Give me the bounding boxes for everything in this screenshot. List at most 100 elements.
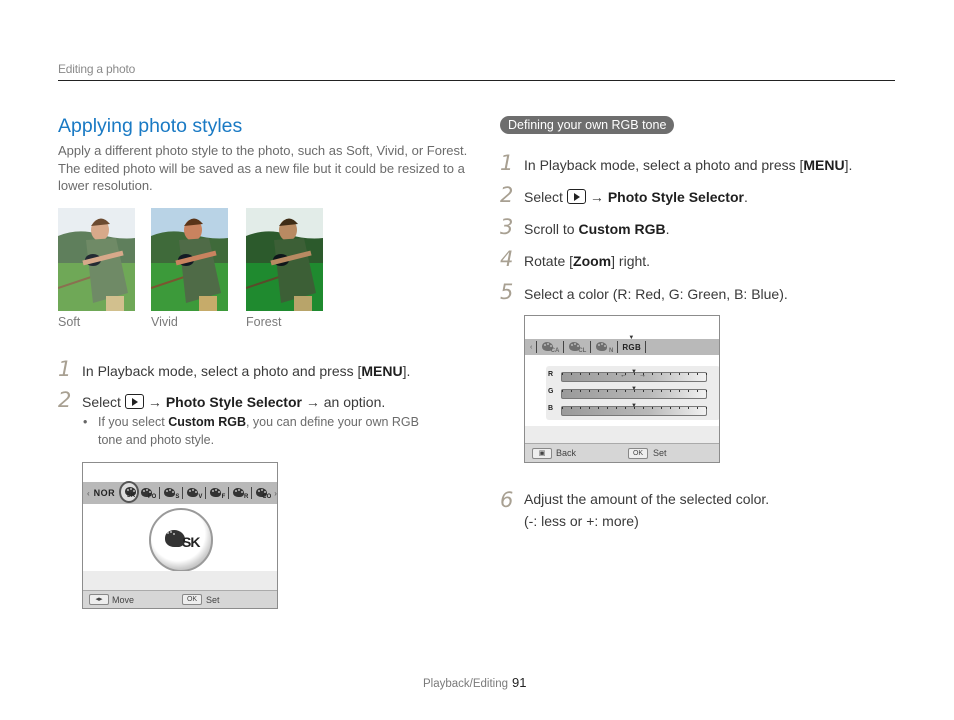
style-item[interactable]: N bbox=[595, 340, 613, 354]
page-number: 91 bbox=[512, 675, 527, 690]
slider-track[interactable]: ▼ bbox=[561, 403, 707, 416]
slider-tick bbox=[706, 407, 707, 409]
thumbnail-caption-forest: Forest bbox=[246, 315, 282, 329]
rgb-slider-row[interactable]: R ▼ ← → bbox=[546, 369, 719, 384]
slider-thumb-icon[interactable]: ▼ bbox=[631, 386, 637, 392]
style-item[interactable]: CA bbox=[541, 340, 559, 354]
palette-icon bbox=[164, 488, 176, 497]
style-item[interactable]: CL bbox=[568, 340, 586, 354]
menu-option: Custom RGB bbox=[578, 221, 666, 237]
slider-tick bbox=[652, 407, 653, 409]
move-label: Move bbox=[112, 594, 135, 605]
footer-section: Playback/Editing bbox=[423, 678, 509, 690]
step-text: Rotate [Zoom] right. bbox=[524, 253, 650, 269]
slider-tick bbox=[679, 390, 680, 392]
slider-tick bbox=[697, 407, 698, 409]
strip-right-arrow[interactable]: › bbox=[274, 489, 277, 498]
slider-tick bbox=[616, 390, 617, 392]
slider-tick bbox=[625, 390, 626, 392]
style-item-label: FO bbox=[148, 494, 157, 500]
page-footer: Playback/Editing 91 bbox=[423, 675, 527, 690]
style-strip: ‹ NOR SK FO S V F R CO › bbox=[83, 481, 277, 504]
slider-track[interactable]: ▼ bbox=[561, 386, 707, 399]
thumbnail-soft bbox=[58, 208, 135, 311]
slider-tick bbox=[661, 407, 662, 409]
step-text-post: ] right. bbox=[611, 253, 651, 269]
separator bbox=[251, 487, 253, 499]
photo-vivid-image bbox=[151, 208, 228, 311]
back-key[interactable]: ▣ bbox=[532, 447, 552, 459]
step-text: In Playback mode, select a photo and pre… bbox=[524, 157, 852, 173]
back-label: Back bbox=[556, 448, 577, 458]
rgb-slider-row[interactable]: G ▼ bbox=[546, 386, 719, 401]
arrow-glyph: → bbox=[589, 189, 604, 205]
style-item[interactable]: FO bbox=[140, 486, 156, 500]
slider-tick bbox=[589, 390, 590, 392]
selection-marker-icon: ▼ bbox=[628, 334, 635, 341]
step-text: Scroll to Custom RGB. bbox=[524, 221, 669, 237]
style-item-label: N bbox=[609, 348, 614, 354]
style-item[interactable]: F bbox=[209, 486, 225, 500]
step-text: Select → Photo Style Selector. bbox=[524, 189, 748, 205]
slider-tick bbox=[661, 390, 662, 392]
step-text-line1: Adjust the amount of the selected color. bbox=[524, 491, 770, 507]
separator bbox=[645, 341, 647, 353]
header-rule bbox=[58, 80, 895, 81]
style-item-selected[interactable]: SK bbox=[119, 481, 140, 503]
slider-track[interactable]: ▼ ← → bbox=[561, 369, 707, 382]
style-item[interactable]: S bbox=[163, 486, 179, 500]
style-item[interactable]: V bbox=[186, 486, 202, 500]
slider-label: R bbox=[548, 371, 554, 378]
palette-icon bbox=[596, 342, 608, 351]
step-text-post: an option. bbox=[323, 394, 386, 410]
slider-tick bbox=[706, 373, 707, 375]
slider-tick bbox=[580, 390, 581, 392]
ok-key[interactable]: OK bbox=[182, 594, 203, 605]
arrow-glyph: → bbox=[147, 394, 162, 410]
intro-paragraph: Apply a different photo style to the pho… bbox=[58, 143, 468, 193]
step-text-pre: Rotate [ bbox=[524, 253, 574, 269]
slider-thumb-icon[interactable]: ▼ bbox=[631, 403, 637, 409]
running-head: Editing a photo bbox=[58, 62, 136, 76]
step-text-post: ]. bbox=[402, 363, 411, 379]
slider-thumb-icon[interactable]: ▼ bbox=[631, 369, 637, 375]
slider-tick bbox=[643, 407, 644, 409]
nav-key[interactable]: ◂▸ bbox=[89, 594, 109, 605]
step-number: 4 bbox=[500, 247, 514, 271]
strip-left-arrow[interactable]: ‹ bbox=[530, 344, 532, 351]
strip-left-arrow[interactable]: ‹ bbox=[87, 489, 90, 498]
slider-tick bbox=[562, 407, 563, 409]
style-item-custom-rgb[interactable]: ▼ RGB bbox=[622, 335, 641, 352]
style-item-label: S bbox=[175, 494, 180, 500]
separator bbox=[182, 487, 184, 499]
style-item[interactable]: CO bbox=[255, 486, 271, 500]
menu-option: Photo Style Selector bbox=[165, 394, 302, 410]
step-text-post: . bbox=[743, 189, 748, 205]
slider-tick bbox=[616, 407, 617, 409]
rgb-slider-row[interactable]: B ▼ bbox=[546, 403, 719, 418]
camera-screen-custom-rgb: ‹ CA CL N ▼ RGB R ▼ ← → G ▼ B ▼ ▣ Back OK Set bbox=[524, 315, 720, 463]
style-item-label: SK bbox=[126, 493, 136, 499]
increase-arrow-icon: → bbox=[639, 372, 646, 379]
step-text: Adjust the amount of the selected color.… bbox=[524, 488, 769, 532]
note-bold: Custom RGB bbox=[168, 415, 246, 429]
step-text-line2: (-: less or +: more) bbox=[524, 513, 639, 529]
zoom-key: Zoom bbox=[573, 253, 612, 269]
step-text-post: ]. bbox=[844, 157, 853, 173]
style-item[interactable]: R bbox=[232, 486, 248, 500]
ok-key[interactable]: OK bbox=[628, 447, 649, 459]
slider-tick bbox=[607, 373, 608, 375]
slider-tick bbox=[589, 407, 590, 409]
note-text-pre: If you select bbox=[98, 415, 169, 429]
step-text-pre: Scroll to bbox=[524, 221, 579, 237]
slider-tick bbox=[670, 407, 671, 409]
menu-key: MENU bbox=[361, 363, 403, 379]
step-number: 1 bbox=[58, 357, 72, 381]
rgb-slider-panel: R ▼ ← → G ▼ B ▼ bbox=[546, 366, 719, 420]
step-text-pre: In Playback mode, select a photo and pre… bbox=[524, 157, 804, 173]
right-step-5: 5 Select a color (R: Red, G: Green, B: B… bbox=[500, 280, 788, 304]
set-label: Set bbox=[206, 594, 220, 605]
slider-tick bbox=[607, 390, 608, 392]
style-item-normal[interactable]: NOR bbox=[94, 488, 116, 498]
thumbnail-caption-soft: Soft bbox=[58, 315, 81, 329]
